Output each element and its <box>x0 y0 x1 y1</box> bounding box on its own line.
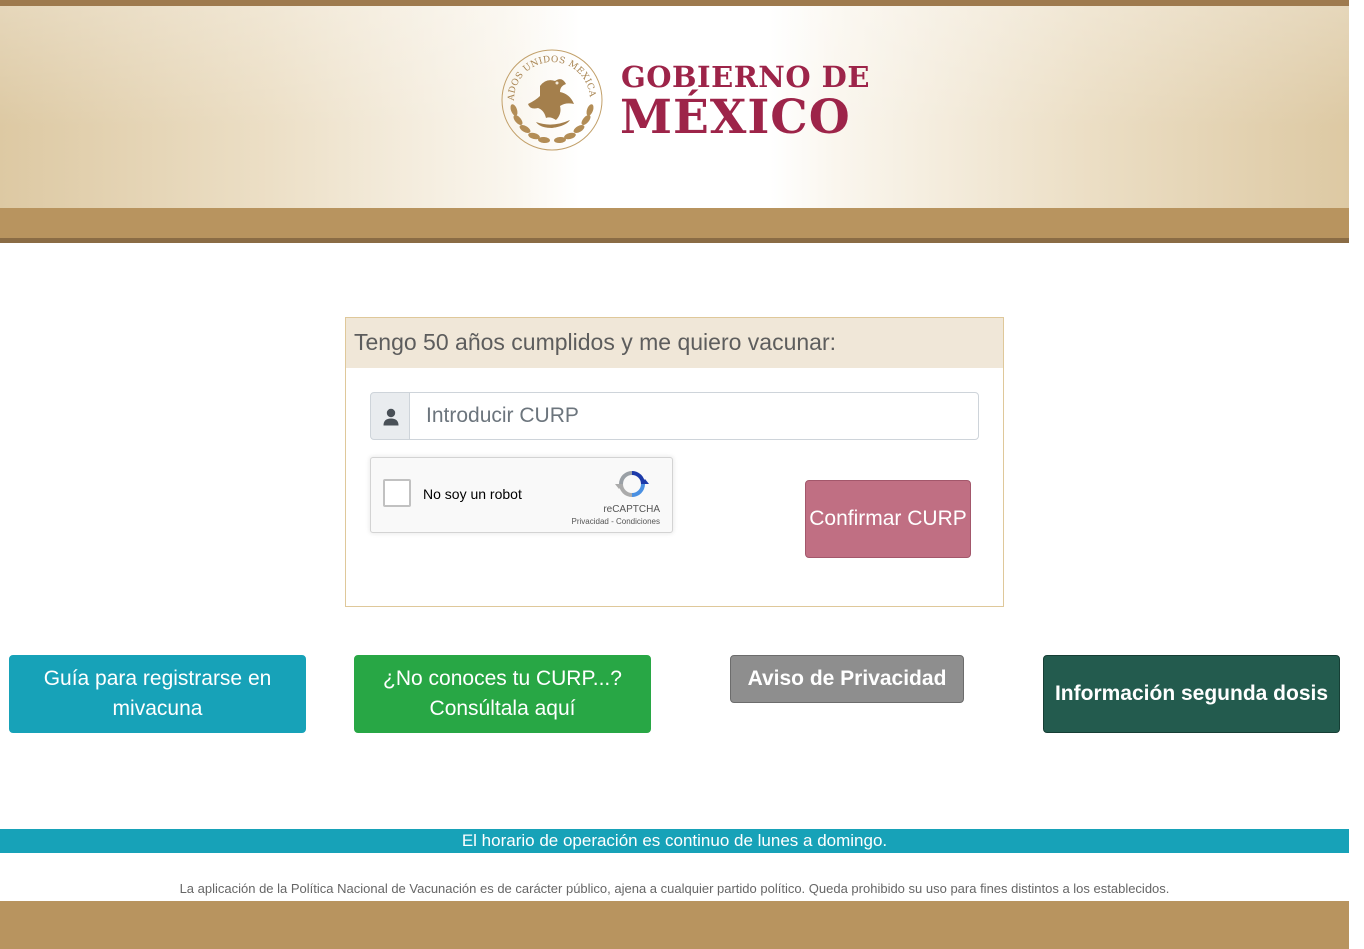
registration-card: Tengo 50 años cumplidos y me quiero vacu… <box>345 317 1004 607</box>
operating-hours-bar: El horario de operación es continuo de l… <box>0 829 1349 853</box>
recaptcha-icon <box>615 471 649 497</box>
registration-guide-button[interactable]: Guía para registrarse en mivacuna <box>9 655 306 733</box>
curp-lookup-button[interactable]: ¿No conoces tu CURP...? Consúltala aquí <box>354 655 651 733</box>
card-title: Tengo 50 años cumplidos y me quiero vacu… <box>354 329 837 355</box>
curp-input-addon <box>370 392 410 440</box>
confirm-curp-button[interactable]: Confirmar CURP <box>805 480 971 558</box>
logo-text-gobierno: GOBIERNO DE <box>621 60 870 94</box>
recaptcha-brand: reCAPTCHA <box>603 504 660 515</box>
recaptcha-widget: No soy un robot reCAPTCHA Privacidad - C… <box>370 457 673 533</box>
gobierno-de-mexico-logo[interactable]: ESTADOS UNIDOS MEXICANOS <box>500 48 869 152</box>
header-bottom-stripe <box>0 238 1349 243</box>
curp-input-group <box>370 392 980 440</box>
national-seal-icon: ESTADOS UNIDOS MEXICANOS <box>500 48 603 151</box>
recaptcha-links[interactable]: Privacidad - Condiciones <box>572 517 661 526</box>
logo-text-mexico: MÉXICO <box>620 90 851 145</box>
privacy-notice-button[interactable]: Aviso de Privacidad <box>730 655 964 703</box>
footer-disclaimer: La aplicación de la Política Nacional de… <box>179 881 1170 896</box>
second-dose-info-button[interactable]: Información segunda dosis <box>1043 655 1340 733</box>
recaptcha-checkbox[interactable] <box>383 479 411 507</box>
recaptcha-label: No soy un robot <box>423 486 522 502</box>
curp-input[interactable] <box>409 392 979 440</box>
user-icon <box>383 408 399 426</box>
card-header: Tengo 50 años cumplidos y me quiero vacu… <box>346 318 1003 368</box>
footer-gold-band <box>0 901 1349 949</box>
header-gold-band <box>0 208 1349 238</box>
site-header: ESTADOS UNIDOS MEXICANOS <box>0 0 1349 243</box>
